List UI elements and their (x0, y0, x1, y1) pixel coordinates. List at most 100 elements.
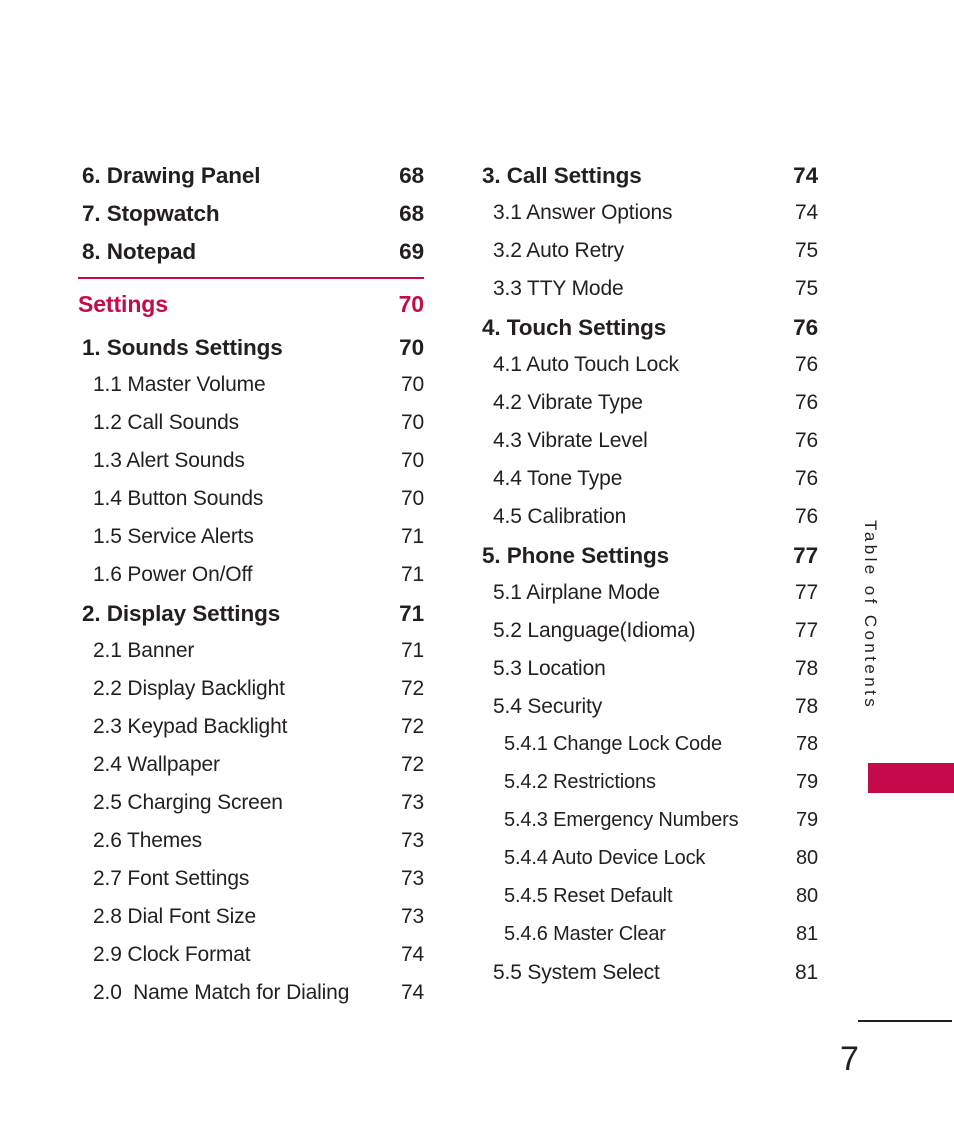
toc-entry[interactable]: 2. Display Settings 71 (78, 601, 424, 639)
toc-entry-label: 2.3 Keypad Backlight (93, 715, 288, 738)
toc-entry-page-number: 80 (796, 885, 818, 907)
toc-entry-page-number: 81 (794, 961, 818, 984)
toc-entry-label: 3.2 Auto Retry (493, 239, 624, 262)
toc-entry-label: 2.4 Wallpaper (93, 753, 220, 776)
toc-column-left: 6. Drawing Panel 68 7. Stopwatch 68 8. Notep… (78, 163, 424, 1019)
toc-entry-label: 1.6 Power On/Off (93, 563, 253, 586)
toc-entry[interactable]: 4.4 Tone Type 76 (478, 467, 818, 505)
toc-entry-label: 4.1 Auto Touch Lock (493, 353, 679, 376)
toc-entry[interactable]: 5.4.3 Emergency Numbers 79 (478, 809, 818, 847)
toc-entry[interactable]: 5.4.2 Restrictions 79 (478, 771, 818, 809)
toc-entry[interactable]: 4.2 Vibrate Type 76 (478, 391, 818, 429)
side-tab-label: Table of Contents (861, 520, 880, 711)
toc-entry[interactable]: 2.4 Wallpaper 72 (78, 753, 424, 791)
toc-entry[interactable]: 3. Call Settings 74 (478, 163, 818, 201)
toc-entry-label: 3.1 Answer Options (493, 201, 673, 224)
toc-page: 6. Drawing Panel 68 7. Stopwatch 68 8. Notep… (0, 0, 954, 1145)
toc-entry[interactable]: 5.4.1 Change Lock Code 78 (478, 733, 818, 771)
toc-entry-label: 5.4.6 Master Clear (504, 923, 666, 945)
toc-entry-page-number: 74 (794, 201, 818, 224)
toc-entry[interactable]: 1. Sounds Settings 70 (78, 335, 424, 373)
toc-entry-page-number: 75 (794, 277, 818, 300)
toc-entry[interactable]: 1.5 Service Alerts 71 (78, 525, 424, 563)
toc-entry[interactable]: 4.5 Calibration 76 (478, 505, 818, 543)
toc-entry-page-number: 71 (399, 601, 424, 626)
toc-entry[interactable]: Settings 70 (78, 277, 424, 335)
toc-entry[interactable]: 3.3 TTY Mode 75 (478, 277, 818, 315)
toc-entry[interactable]: 2.5 Charging Screen 73 (78, 791, 424, 829)
toc-entry-page-number: 68 (399, 163, 424, 188)
toc-entry-page-number: 76 (794, 353, 818, 376)
toc-entry-label: 5.1 Airplane Mode (493, 581, 660, 604)
toc-entry-page-number: 70 (399, 335, 424, 360)
toc-entry-page-number: 76 (794, 467, 818, 490)
toc-entry[interactable]: 4.1 Auto Touch Lock 76 (478, 353, 818, 391)
toc-entry-label: 2.9 Clock Format (93, 943, 251, 966)
toc-entry[interactable]: 1.6 Power On/Off 71 (78, 563, 424, 601)
toc-entry[interactable]: 1.3 Alert Sounds 70 (78, 449, 424, 487)
toc-column-right: 3. Call Settings 74 3.1 Answer Options 74 3.… (478, 163, 818, 999)
toc-entry-page-number: 70 (400, 411, 424, 434)
toc-entry-label: 5.3 Location (493, 657, 606, 680)
toc-entry[interactable]: 2.8 Dial Font Size 73 (78, 905, 424, 943)
toc-entry[interactable]: 5.4.5 Reset Default 80 (478, 885, 818, 923)
toc-entry[interactable]: 2.7 Font Settings 73 (78, 867, 424, 905)
toc-entry[interactable]: 2.6 Themes 73 (78, 829, 424, 867)
side-tab-marker (868, 763, 954, 793)
toc-entry[interactable]: 1.1 Master Volume 70 (78, 373, 424, 411)
toc-entry-page-number: 76 (794, 391, 818, 414)
toc-entry-page-number: 70 (398, 291, 424, 317)
toc-entry[interactable]: 5.4 Security 78 (478, 695, 818, 733)
toc-entry[interactable]: 5.2 Language(Idioma) 77 (478, 619, 818, 657)
toc-entry-page-number: 70 (400, 449, 424, 472)
toc-entry-label: 1. Sounds Settings (82, 335, 283, 360)
toc-entry-page-number: 77 (793, 543, 818, 568)
toc-entry-label: 2.0 Name Match for Dialing (93, 981, 350, 1004)
toc-entry-page-number: 68 (399, 201, 424, 226)
toc-entry[interactable]: 2.3 Keypad Backlight 72 (78, 715, 424, 753)
toc-entry[interactable]: 4.3 Vibrate Level 76 (478, 429, 818, 467)
toc-entry-page-number: 70 (400, 373, 424, 396)
toc-entry[interactable]: 2.2 Display Backlight 72 (78, 677, 424, 715)
toc-entry-label: 5.5 System Select (493, 961, 660, 984)
toc-entry-label: Settings (78, 291, 168, 317)
toc-entry-label: 6. Drawing Panel (82, 163, 261, 188)
toc-entry-page-number: 76 (794, 429, 818, 452)
toc-entry-label: 5.4.3 Emergency Numbers (504, 809, 739, 831)
footer-divider (858, 1020, 952, 1022)
toc-entry-label: 2.1 Banner (93, 639, 195, 662)
toc-entry[interactable]: 3.1 Answer Options 74 (478, 201, 818, 239)
toc-entry-page-number: 78 (794, 695, 818, 718)
toc-entry[interactable]: 2.9 Clock Format 74 (78, 943, 424, 981)
toc-entry[interactable]: 2.0 Name Match for Dialing 74 (78, 981, 424, 1019)
toc-entry[interactable]: 8. Notepad 69 (78, 239, 424, 277)
toc-entry[interactable]: 1.4 Button Sounds 70 (78, 487, 424, 525)
toc-entry[interactable]: 5.4.4 Auto Device Lock 80 (478, 847, 818, 885)
toc-entry[interactable]: 3.2 Auto Retry 75 (478, 239, 818, 277)
toc-entry-label: 3.3 TTY Mode (493, 277, 624, 300)
toc-entry[interactable]: 5. Phone Settings 77 (478, 543, 818, 581)
toc-entry[interactable]: 2.1 Banner 71 (78, 639, 424, 677)
toc-entry-label: 5.4 Security (493, 695, 603, 718)
toc-entry[interactable]: 5.1 Airplane Mode 77 (478, 581, 818, 619)
toc-entry-page-number: 79 (796, 809, 818, 831)
toc-entry-label: 4.2 Vibrate Type (493, 391, 643, 414)
toc-entry-label: 2.2 Display Backlight (93, 677, 285, 700)
toc-entry[interactable]: 4. Touch Settings 76 (478, 315, 818, 353)
toc-entry[interactable]: 5.5 System Select 81 (478, 961, 818, 999)
toc-entry-label: 5.2 Language(Idioma) (493, 619, 696, 642)
toc-entry-label: 1.3 Alert Sounds (93, 449, 245, 472)
toc-entry-page-number: 70 (400, 487, 424, 510)
toc-entry-page-number: 78 (796, 733, 818, 755)
toc-entry-label: 4.5 Calibration (493, 505, 627, 528)
toc-entry[interactable]: 7. Stopwatch 68 (78, 201, 424, 239)
toc-entry[interactable]: 5.4.6 Master Clear 81 (478, 923, 818, 961)
toc-entry-label: 2.5 Charging Screen (93, 791, 283, 814)
toc-entry[interactable]: 5.3 Location 78 (478, 657, 818, 695)
toc-entry-page-number: 71 (400, 639, 424, 662)
toc-entry[interactable]: 6. Drawing Panel 68 (78, 163, 424, 201)
toc-entry-page-number: 73 (400, 829, 424, 852)
toc-entry[interactable]: 1.2 Call Sounds 70 (78, 411, 424, 449)
toc-entry-page-number: 74 (400, 981, 424, 1004)
toc-entry-page-number: 74 (400, 943, 424, 966)
